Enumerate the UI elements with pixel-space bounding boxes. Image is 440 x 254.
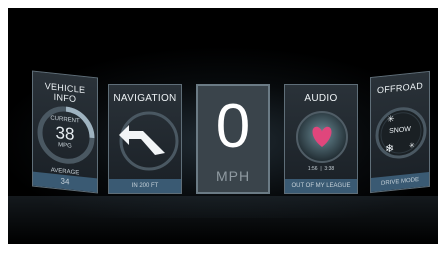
- navigation-card[interactable]: NAVIGATION IN 200 FT: [108, 84, 182, 194]
- speed-value: 0: [215, 92, 251, 161]
- track-title: OUT OF MY LEAGUE: [285, 179, 357, 193]
- navigation-distance: IN 200 FT: [109, 179, 181, 193]
- album-art-heart-icon: [296, 111, 348, 163]
- snowflake-icon: ✳: [387, 113, 395, 125]
- snowflake-small-icon: ✳: [409, 142, 415, 151]
- audio-duration: 3:38: [324, 166, 335, 172]
- speed-unit: MPH: [215, 168, 251, 184]
- turn-arrow-icon: [119, 111, 179, 171]
- audio-time: 1:56 | 3:38: [285, 166, 357, 172]
- vehicle-info-card[interactable]: VEHICLE INFO CURRENT 38 MPG AVERAGE 34: [32, 70, 98, 194]
- offroad-card[interactable]: OFFROAD ✳ SNOW ❄ ✳ DRIVE MODE: [370, 70, 430, 194]
- speed-card[interactable]: 0 MPH: [196, 84, 270, 194]
- audio-card[interactable]: AUDIO 1:56 | 3:38 OUT OF MY LEAGUE: [284, 84, 358, 194]
- audio-time-separator: |: [318, 166, 324, 172]
- floor-reflection: [8, 196, 438, 244]
- snowflake-large-icon: ❄: [385, 142, 395, 156]
- audio-elapsed: 1:56: [307, 166, 318, 172]
- infotainment-screen: VEHICLE INFO CURRENT 38 MPG AVERAGE 34 N…: [8, 8, 438, 244]
